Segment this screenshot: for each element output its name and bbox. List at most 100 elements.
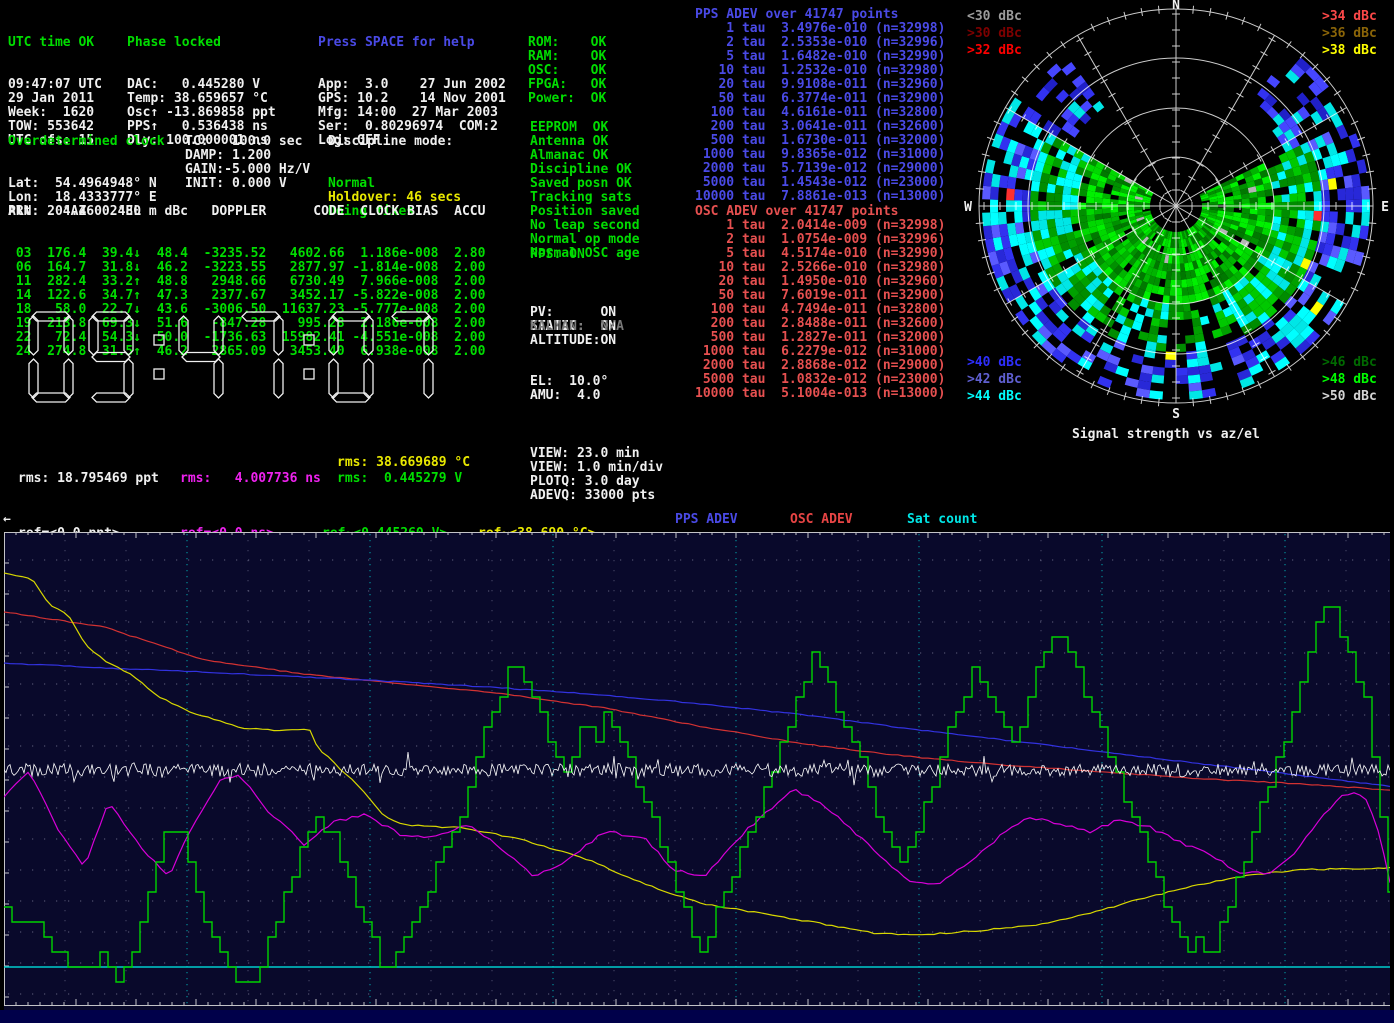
pps-trace [4, 772, 1390, 884]
status-line: RAM: OK [528, 50, 606, 64]
pps-adev-label: PPS ADEV [675, 513, 738, 527]
gps-status-lines: EEPROM OKAntenna OKAlmanac OKDiscipline … [530, 121, 640, 261]
compass-east: E [1381, 200, 1389, 215]
adev-row: 5000 tau 1.4543e-012 (n=23000) [695, 176, 945, 190]
status-line: ALTITUDE:ON [530, 334, 616, 348]
status-line: GAIN:-5.000 Hz/V [185, 163, 310, 177]
adev-row: 50 tau 6.3774e-011 (n=32900) [695, 92, 945, 106]
mask-lines: EL: 10.0°AMU: 4.0 [530, 375, 608, 403]
adev-row: 50 tau 7.6019e-011 (n=32900) [695, 289, 945, 303]
adev-row: 1000 tau 9.8365e-012 (n=31000) [695, 148, 945, 162]
dbc-legend-top-left: <30 dBc>30 dBc>32 dBc [967, 8, 1022, 59]
status-line: App: 3.0 27 Jun 2002 [318, 78, 506, 92]
status-line: ROM: OK [528, 36, 606, 50]
discipline-mode-label: Discipline mode: [328, 135, 461, 149]
adev-row: 2000 tau 5.7139e-012 (n=29000) [695, 162, 945, 176]
adev-row: 5000 tau 1.0832e-012 (n=23000) [695, 373, 945, 387]
adev-row: 1 tau 2.0414e-009 (n=32998) [695, 219, 945, 233]
lady-heather-console: UTC time OK 09:47:07 UTC29 Jan 2011Week:… [0, 0, 1394, 1023]
polar-caption: Signal strength vs az/el [1072, 428, 1260, 442]
osc-adev-label: OSC ADEV [790, 513, 853, 527]
pps-state: PPS: ON [530, 248, 585, 262]
compass-south: S [1172, 407, 1180, 422]
dbc-legend-entry: >42 dBc [967, 371, 1022, 388]
dbc-legend-entry: >34 dBc [1322, 8, 1377, 25]
compass-north: N [1172, 0, 1180, 13]
rms-dac: rms: 0.445279 V [337, 472, 462, 486]
pps-adev-table: PPS ADEV over 41747 points 1 tau 3.4976e… [695, 8, 945, 204]
dbc-legend-entry: >48 dBc [1322, 371, 1377, 388]
adev-row: 10000 tau 5.1004e-013 (n=13000) [695, 387, 945, 401]
adev-title: PPS ADEV over 41747 points [695, 8, 945, 22]
dbc-legend-entry: >44 dBc [967, 388, 1022, 405]
status-line: DAMP: 1.200 [185, 149, 310, 163]
bottom-status-strip [0, 1010, 1394, 1023]
status-line: AMU: 4.0 [530, 389, 608, 403]
osc-noise-trace [4, 752, 1390, 785]
adev-row: 200 tau 2.8488e-011 (n=32600) [695, 317, 945, 331]
adev-row: 200 tau 3.0641e-011 (n=32600) [695, 120, 945, 134]
adev-row: 10 tau 2.5266e-010 (n=32980) [695, 261, 945, 275]
dbc-legend-entry: >30 dBc [967, 25, 1022, 42]
rms-pps: rms: 4.007736 ns [180, 472, 321, 486]
help-hint: Press SPACE for help [318, 36, 506, 50]
status-line: DAC: 0.445280 V [127, 78, 276, 92]
sat-count-label: Sat count [907, 513, 977, 527]
rms-osc: rms: 18.795469 ppt [18, 472, 159, 486]
satellite-table-header: PRN °AZ °EL dBc DOPPLER CODE CLOCK BIAS … [8, 205, 485, 219]
dbc-legend-entry: <30 dBc [967, 8, 1022, 25]
adev-row: 1000 tau 6.2279e-012 (n=31000) [695, 345, 945, 359]
satellite-row: 11 282.4 33.2↑ 48.8 2948.66 6730.49 7.96… [8, 275, 485, 289]
adev-row: 10000 tau 7.8861e-013 (n=13000) [695, 190, 945, 204]
compass-west: W [964, 200, 972, 215]
status-line: Saved posn OK [530, 177, 640, 191]
status-line: 29 Jan 2011 [8, 92, 102, 106]
dbc-legend-entry: >50 dBc [1322, 388, 1377, 405]
adev-row: 20 tau 9.9108e-011 (n=32960) [695, 78, 945, 92]
satellite-row: 03 176.4 39.4↓ 48.4 -3235.52 4602.66 1.1… [8, 247, 485, 261]
status-line: FPGA: OK [528, 78, 606, 92]
adev-row: 500 tau 1.6730e-011 (n=32000) [695, 134, 945, 148]
utc-time-status: UTC time OK [8, 36, 102, 50]
satellite-row: 06 164.7 31.8↓ 46.2 -3223.55 2877.97 -1.… [8, 261, 485, 275]
status-line: TC: 100.0 sec [185, 135, 310, 149]
adev-row: 2000 tau 2.8868e-012 (n=29000) [695, 359, 945, 373]
dbc-legend-entry: >46 dBc [1322, 354, 1377, 371]
status-line: Normal op mode [530, 233, 640, 247]
adev-title: OSC ADEV over 41747 points [695, 205, 945, 219]
adev-row: 2 tau 1.0754e-009 (n=32996) [695, 233, 945, 247]
adev-row: 100 tau 4.6161e-011 (n=32800) [695, 106, 945, 120]
status-line: VIEW: 1.0 min/div [530, 461, 663, 475]
dbc-legend-bottom-left: >40 dBc>42 dBc>44 dBc [967, 354, 1022, 405]
status-line: VIEW: 23.0 min [530, 447, 663, 461]
status-line: GPS: 10.2 14 Nov 2001 [318, 92, 506, 106]
adev-row: 500 tau 1.2827e-011 (n=32000) [695, 331, 945, 345]
osc-adev-table: OSC ADEV over 41747 points 1 tau 2.0414e… [695, 205, 945, 401]
adev-row: 5 tau 1.6482e-010 (n=32990) [695, 50, 945, 64]
kalman-line: KALMAN: N/A [530, 320, 624, 334]
adev-row: 2 tau 2.5353e-010 (n=32996) [695, 36, 945, 50]
digital-clock [28, 311, 468, 411]
adev-row: 20 tau 1.4950e-010 (n=32960) [695, 275, 945, 289]
scroll-arrow-icon: ← [3, 513, 11, 527]
status-line: Discipline OK [530, 163, 640, 177]
status-line: Almanac OK [530, 149, 640, 163]
status-line: Antenna OK [530, 135, 640, 149]
osc-trace [4, 612, 1390, 790]
satellite-row: 14 122.6 34.7↑ 47.3 2377.67 3452.17 -5.8… [8, 289, 485, 303]
adev-row: 1 tau 3.4976e-010 (n=32998) [695, 22, 945, 36]
status-line: PLOTQ: 3.0 day [530, 475, 663, 489]
status-line: EL: 10.0° [530, 375, 608, 389]
status-line: No leap second [530, 219, 640, 233]
dbc-legend-entry: >40 dBc [967, 354, 1022, 371]
phase-status: Phase locked [127, 36, 276, 50]
view-lines: VIEW: 23.0 minVIEW: 1.0 min/divPLOTQ: 3.… [530, 447, 663, 503]
status-line: Tracking sats [530, 191, 640, 205]
status-line: OSC: OK [528, 64, 606, 78]
status-line: PV: ON [530, 306, 616, 320]
dbc-legend-entry: >32 dBc [967, 42, 1022, 59]
status-line: 09:47:07 UTC [8, 78, 102, 92]
rms-temp: rms: 38.669689 °C [337, 456, 470, 470]
adev-row: 100 tau 4.7494e-011 (n=32800) [695, 303, 945, 317]
dbc-legend-bottom-right: >46 dBc>48 dBc>50 dBc [1322, 354, 1377, 405]
